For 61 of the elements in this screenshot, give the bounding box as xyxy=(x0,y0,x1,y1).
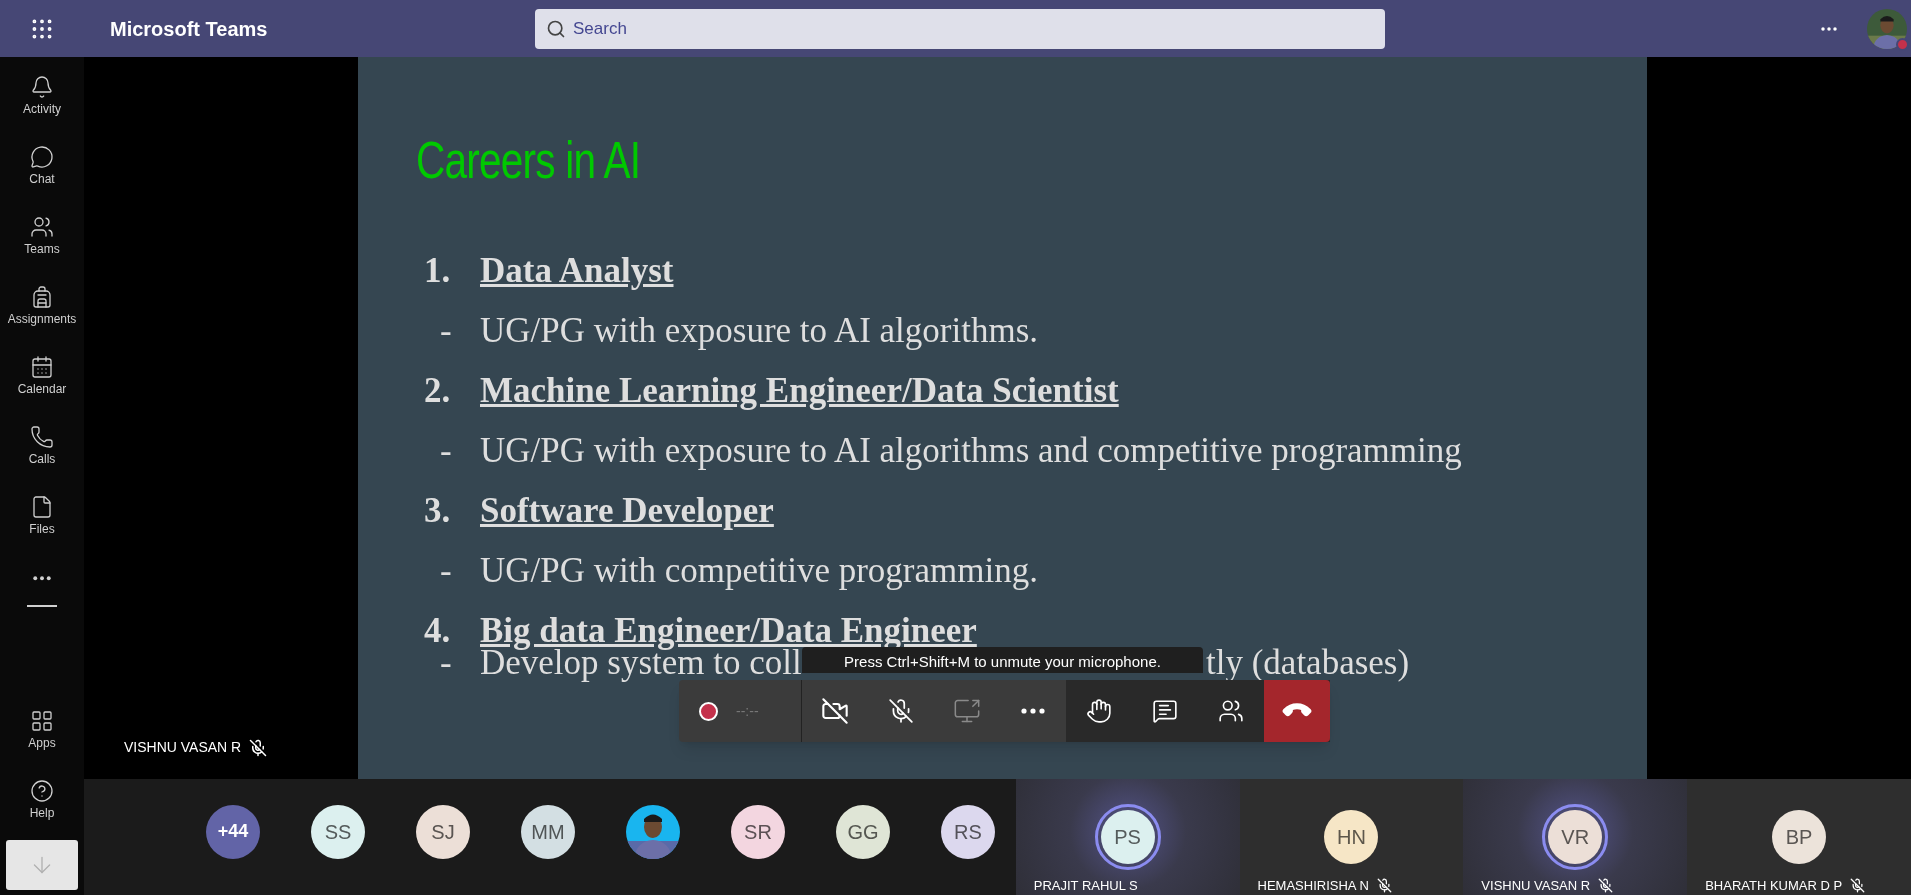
bullet-dash: - xyxy=(440,310,452,350)
sidebar-item[interactable]: Files xyxy=(0,480,84,550)
participant-name: HEMASHIRISHA N xyxy=(1257,876,1369,895)
participant-name: VISHNU VASAN R xyxy=(1481,876,1591,895)
profile-avatar[interactable] xyxy=(1867,8,1907,49)
app-title: Microsoft Teams xyxy=(110,16,269,42)
tile-avatar: HN xyxy=(1324,809,1379,864)
calendar-icon xyxy=(30,355,54,379)
sidebar-item[interactable]: Teams xyxy=(0,200,84,270)
sidebar-item[interactable]: Calendar xyxy=(0,340,84,410)
career-detail: UG/PG with exposure to AI algorithms. xyxy=(480,309,1039,352)
recording-icon xyxy=(699,701,718,721)
participant-avatar[interactable]: GG xyxy=(836,804,890,859)
participant-name: PRAJIT RAHUL S xyxy=(1033,876,1138,895)
sidebar-item[interactable]: Activity xyxy=(0,60,84,130)
sidebar-item[interactable]: Assignments xyxy=(0,270,84,340)
more-apps-icon xyxy=(33,576,51,581)
sidebar-item[interactable]: Apps xyxy=(0,694,84,764)
hang-up-button[interactable] xyxy=(1264,680,1330,742)
list-number: 3. xyxy=(423,489,452,532)
overflow-count[interactable]: +44 xyxy=(206,804,260,859)
bullet-dash: - xyxy=(440,430,452,470)
career-detail: UG/PG with competitive programming. xyxy=(480,549,1038,592)
more-icon xyxy=(1021,708,1045,714)
sidebar-item[interactable]: Help xyxy=(0,764,84,834)
chat-icon xyxy=(30,145,54,169)
call-timer: --:-- xyxy=(736,701,759,721)
search-icon xyxy=(546,18,566,39)
participant-tile[interactable]: VR VISHNU VASAN R xyxy=(1463,778,1688,895)
career-heading: Data Analyst xyxy=(480,249,674,292)
slide-title: Careers in AI xyxy=(416,134,642,186)
search-field[interactable]: Search xyxy=(535,8,1385,49)
list-number: 2. xyxy=(423,369,452,412)
participant-avatar[interactable]: RS xyxy=(941,804,995,859)
sidebar-item[interactable]: Calls xyxy=(0,410,84,480)
participant-tile[interactable]: BP BHARATH KUMAR D P xyxy=(1687,778,1911,895)
tooltip: Press Ctrl+Shift+M to unmute your microphone. xyxy=(802,647,1203,673)
career-heading: Software Developer xyxy=(480,489,774,532)
files-icon xyxy=(30,495,54,519)
chat-icon xyxy=(1152,698,1178,724)
career-heading: Machine Learning Engineer/Data Scientist xyxy=(480,369,1119,412)
help-icon xyxy=(30,779,54,803)
tile-avatar: BP xyxy=(1772,809,1827,864)
list-number: 1. xyxy=(423,249,452,292)
sidebar-item[interactable]: Chat xyxy=(0,130,84,200)
participant-avatar[interactable]: MM xyxy=(521,804,575,859)
participant-name: BHARATH KUMAR D P xyxy=(1705,876,1843,895)
apps-icon xyxy=(30,709,54,733)
participant-avatar[interactable]: SS xyxy=(311,804,365,859)
people-icon xyxy=(1218,698,1244,724)
participant-avatar[interactable] xyxy=(626,804,680,859)
more-icon xyxy=(1821,26,1837,31)
participant-avatar[interactable]: SR xyxy=(731,804,785,859)
hand-icon xyxy=(1086,698,1112,724)
career-detail: UG/PG with exposure to AI algorithms and competitive programming xyxy=(480,429,1462,472)
bullet-dash: - xyxy=(440,550,452,590)
career-detail: tly (databases) xyxy=(1206,644,1410,680)
participant-tile[interactable]: HN HEMASHIRISHA N xyxy=(1239,778,1464,895)
participant-avatar[interactable]: SJ xyxy=(416,804,470,859)
presenter-name: VISHNU VASAN R xyxy=(124,738,242,757)
participant-tile[interactable]: PS PRAJIT RAHUL S xyxy=(1015,778,1240,895)
